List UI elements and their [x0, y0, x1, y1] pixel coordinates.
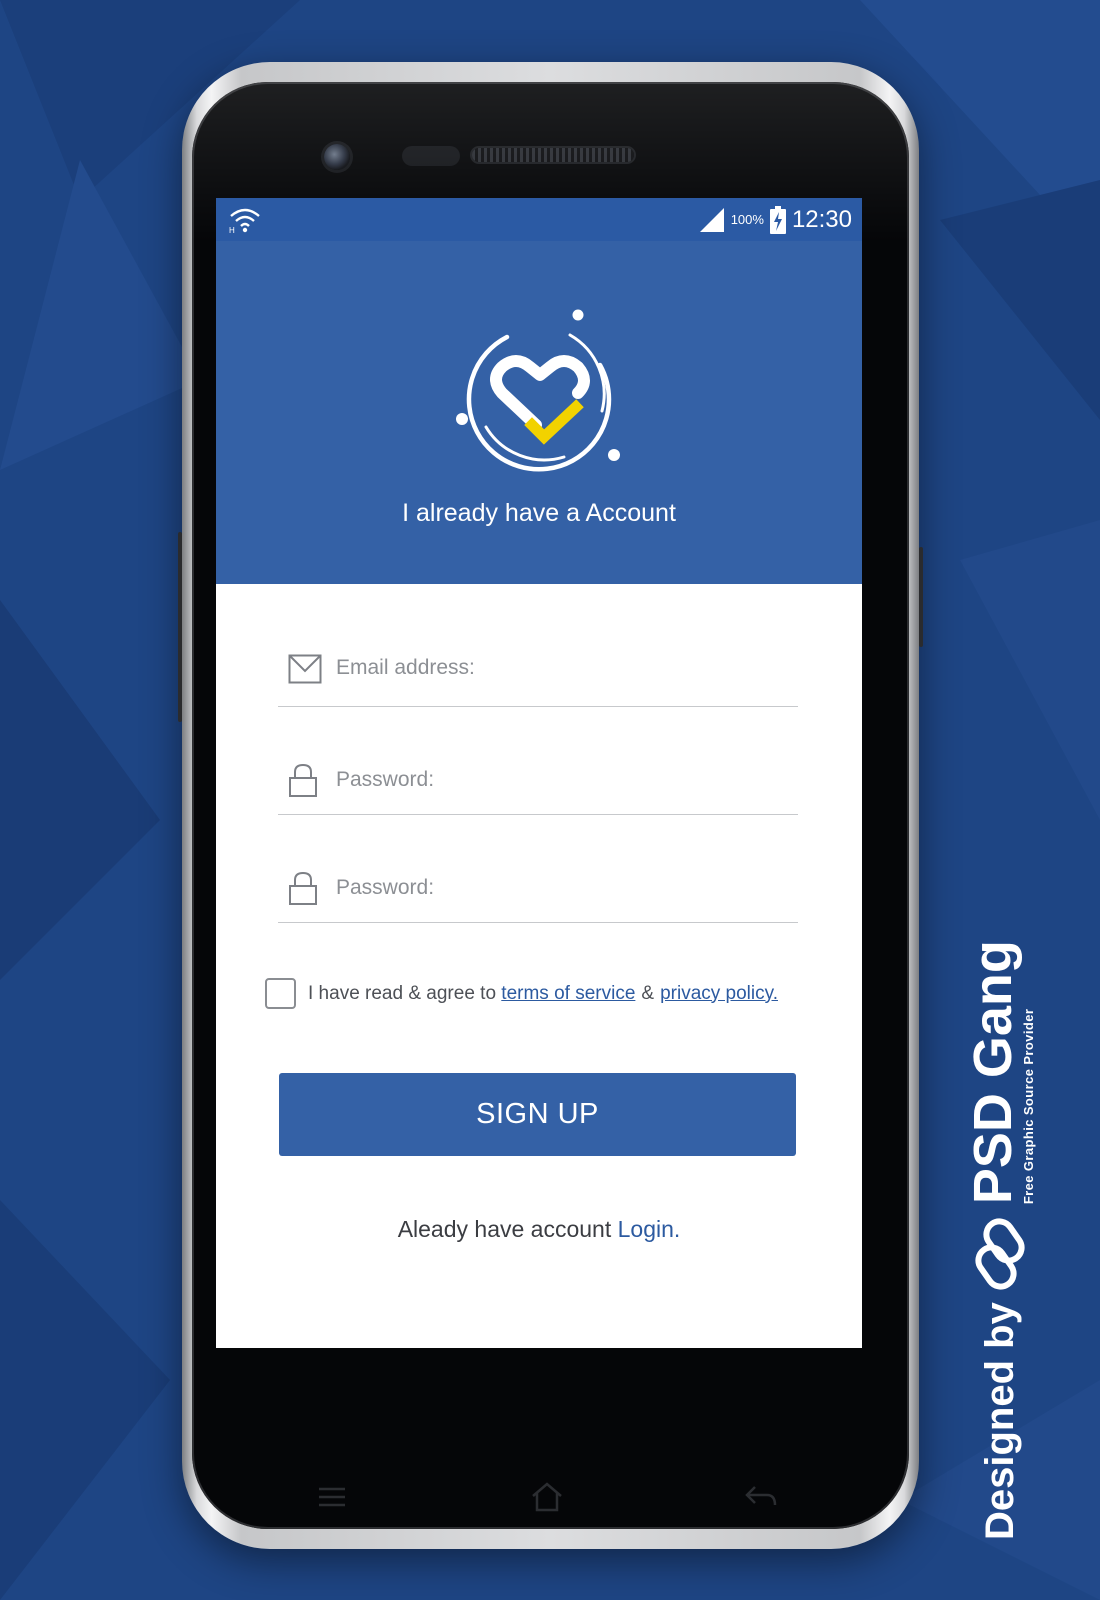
- agreement-text: I have read & agree to: [308, 982, 497, 1004]
- confirm-password-field-row: [278, 815, 798, 923]
- heart-check-logo-icon: [456, 309, 620, 472]
- lock-icon: [289, 763, 317, 797]
- designed-by-text: Designed by: [977, 1302, 1022, 1540]
- power-button: [919, 547, 923, 647]
- email-field-row: [278, 628, 798, 707]
- brand-name: PSD Gang: [962, 940, 1023, 1205]
- login-prompt-text: Aleady have account: [397, 1216, 612, 1242]
- login-link[interactable]: Login.: [618, 1216, 681, 1242]
- signal-icon: [699, 207, 724, 232]
- privacy-policy-link[interactable]: privacy policy.: [660, 983, 778, 1005]
- battery-percent: 100%: [730, 212, 764, 227]
- header-title: I already have a Account: [402, 499, 676, 527]
- front-camera: [324, 144, 350, 170]
- status-bar: H 100% 12:30: [216, 198, 862, 241]
- home-icon[interactable]: [529, 1479, 565, 1515]
- header-banner: I already have a Account: [216, 241, 862, 584]
- sign-up-button[interactable]: SIGN UP: [279, 1073, 796, 1156]
- confirm-password-input[interactable]: [336, 870, 798, 906]
- earpiece-speaker: [472, 148, 634, 162]
- lock-icon: [289, 871, 317, 905]
- status-time: 12:30: [791, 205, 852, 233]
- back-icon[interactable]: [743, 1479, 779, 1515]
- brand-tagline: Free Graphic Source Provider: [1020, 1008, 1036, 1205]
- login-prompt: Aleady have account Login.: [216, 1216, 862, 1243]
- email-input[interactable]: [336, 650, 798, 686]
- psd-gang-link-logo-icon: [975, 1218, 1025, 1290]
- agreement-separator: &: [641, 982, 655, 1004]
- status-indicators: 100% 12:30: [699, 205, 852, 234]
- password-field-row: [278, 707, 798, 815]
- agree-checkbox[interactable]: [265, 978, 296, 1009]
- agreement-row: I have read & agree to terms of service &…: [265, 978, 845, 1009]
- hardware-nav: [192, 1477, 909, 1517]
- battery-charging-icon: [769, 205, 786, 234]
- app-screen: H 100% 12:30 I already have a Account Em…: [216, 198, 862, 1348]
- envelope-icon: [288, 654, 322, 684]
- svg-text:H: H: [229, 226, 235, 234]
- volume-button: [178, 532, 182, 722]
- terms-of-service-link[interactable]: terms of service: [501, 983, 635, 1005]
- designer-branding: Designed by PSD Gang Free Graphic Source…: [950, 940, 1050, 1540]
- signup-form: [278, 628, 798, 923]
- brand-text: PSD Gang Free Graphic Source Provider: [962, 940, 1036, 1205]
- menu-icon[interactable]: [314, 1479, 350, 1515]
- password-input[interactable]: [336, 762, 798, 798]
- wifi-icon: H: [229, 208, 260, 234]
- proximity-sensor: [402, 146, 460, 166]
